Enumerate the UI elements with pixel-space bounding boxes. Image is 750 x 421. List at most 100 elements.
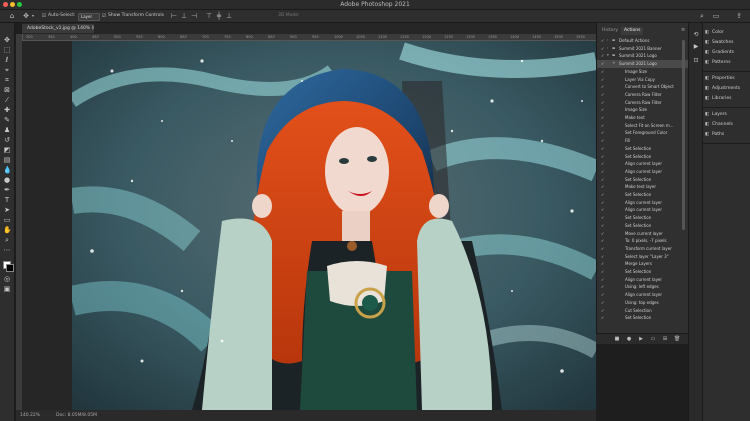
action-row[interactable]: ✓ Camera Raw Filter bbox=[597, 99, 689, 107]
object-select-tool-icon[interactable]: ⌖ bbox=[3, 66, 11, 74]
spot-healing-tool-icon[interactable]: ✚ bbox=[3, 106, 11, 114]
action-toggle-checkbox[interactable]: ✓ bbox=[601, 37, 606, 45]
clone-source-icon[interactable]: ⊡ bbox=[692, 57, 700, 65]
action-row[interactable]: ✓ Camera Raw Filter bbox=[597, 91, 689, 99]
gradient-tool-icon[interactable]: ▤ bbox=[3, 156, 11, 164]
action-toggle-checkbox[interactable]: ✓ bbox=[601, 183, 606, 191]
action-toggle-checkbox[interactable]: ✓ bbox=[601, 176, 606, 184]
action-toggle-checkbox[interactable]: ✓ bbox=[601, 214, 606, 222]
chevron-down-icon[interactable]: ▾ bbox=[29, 12, 37, 20]
document-info[interactable]: Doc: 8.05M/8.05M bbox=[56, 410, 97, 421]
action-toggle-checkbox[interactable]: ✓ bbox=[601, 314, 606, 322]
action-row[interactable]: ✓ Align current layer bbox=[597, 291, 689, 299]
action-row[interactable]: ✓ Using: top edges bbox=[597, 299, 689, 307]
more-tools-icon[interactable]: ⋯ bbox=[3, 246, 11, 254]
rectangle-tool-icon[interactable]: ▭ bbox=[3, 216, 11, 224]
background-color-swatch[interactable] bbox=[6, 264, 14, 272]
action-toggle-checkbox[interactable]: ✓ bbox=[601, 60, 606, 68]
action-row[interactable]: ✓ Transform current layer bbox=[597, 245, 689, 253]
crop-tool-icon[interactable]: ⌗ bbox=[3, 76, 11, 84]
action-row[interactable]: ✓ Layer Via Copy bbox=[597, 76, 689, 84]
delete-icon[interactable]: 🗑 bbox=[674, 336, 680, 342]
action-toggle-checkbox[interactable]: ✓ bbox=[601, 206, 606, 214]
action-row[interactable]: ✓ Move current layer bbox=[597, 230, 689, 238]
action-row[interactable]: ✓ To: 0 pixels, -7 pixels bbox=[597, 237, 689, 245]
action-row[interactable]: ✓ Image Size bbox=[597, 68, 689, 76]
action-row[interactable]: ✓ Set Selection bbox=[597, 268, 689, 276]
quick-mask-icon[interactable]: ◎ bbox=[3, 275, 11, 283]
actions-scrollbar[interactable] bbox=[682, 40, 685, 230]
action-toggle-checkbox[interactable]: ✓ bbox=[601, 114, 606, 122]
action-toggle-checkbox[interactable]: ✓ bbox=[601, 168, 606, 176]
actions-panel-icon[interactable]: ▶ bbox=[692, 43, 700, 51]
type-tool-icon[interactable]: T bbox=[3, 196, 11, 204]
action-toggle-checkbox[interactable]: ✓ bbox=[601, 283, 606, 291]
blur-tool-icon[interactable]: 💧 bbox=[3, 166, 12, 174]
action-toggle-checkbox[interactable]: ✓ bbox=[601, 191, 606, 199]
action-row[interactable]: ✓ Set Selection bbox=[597, 176, 689, 184]
action-toggle-checkbox[interactable]: ✓ bbox=[601, 153, 606, 161]
action-row[interactable]: ✓ Set Selection bbox=[597, 222, 689, 230]
action-toggle-checkbox[interactable]: ✓ bbox=[601, 83, 606, 91]
action-row[interactable]: ✓ Align current layer bbox=[597, 168, 689, 176]
action-row[interactable]: ✓ › ▬ Summit 2021 Banner bbox=[597, 45, 689, 53]
action-row[interactable]: ✓ Image Size bbox=[597, 106, 689, 114]
action-row[interactable]: ✓ Select Fit on Screen m... bbox=[597, 122, 689, 130]
panel-tab-channels[interactable]: ◧ Channels bbox=[705, 121, 750, 129]
record-icon[interactable]: ● bbox=[626, 336, 632, 342]
action-row[interactable]: ✓ ▾ Summit 2021 Logo bbox=[597, 60, 689, 68]
action-toggle-checkbox[interactable]: ✓ bbox=[601, 91, 606, 99]
tab-actions[interactable]: Actions bbox=[621, 27, 644, 35]
action-toggle-checkbox[interactable]: ✓ bbox=[601, 145, 606, 153]
action-row[interactable]: ✓ Select layer "Layer 3" bbox=[597, 253, 689, 261]
auto-select-checkbox[interactable]: ☑ bbox=[40, 12, 48, 20]
new-action-icon[interactable]: ⊞ bbox=[662, 336, 668, 342]
action-toggle-checkbox[interactable]: ✓ bbox=[601, 237, 606, 245]
pen-tool-icon[interactable]: ✒ bbox=[3, 186, 11, 194]
path-select-tool-icon[interactable]: ➤ bbox=[3, 206, 11, 214]
action-toggle-checkbox[interactable]: ✓ bbox=[601, 245, 606, 253]
action-toggle-checkbox[interactable]: ✓ bbox=[601, 68, 606, 76]
action-toggle-checkbox[interactable]: ✓ bbox=[601, 122, 606, 130]
screen-mode-icon[interactable]: ▣ bbox=[3, 285, 11, 293]
hand-tool-icon[interactable]: ✋ bbox=[3, 226, 12, 234]
tab-history[interactable]: History bbox=[599, 27, 621, 35]
action-toggle-checkbox[interactable]: ✓ bbox=[601, 291, 606, 299]
horizontal-ruler[interactable]: 300 350 400 450 500 550 600 650 700 750 800 850 900 9… bbox=[22, 34, 596, 41]
action-row[interactable]: ✓ ▾ ▬ Summit 2021 Logo bbox=[597, 52, 689, 60]
action-row[interactable]: ✓ Set Selection bbox=[597, 314, 689, 322]
action-row[interactable]: ✓ Make text layer bbox=[597, 183, 689, 191]
lasso-tool-icon[interactable]: ℓ bbox=[3, 56, 11, 64]
align-left-icon[interactable]: ⊢ bbox=[170, 12, 178, 20]
action-row[interactable]: ✓ Fill bbox=[597, 137, 689, 145]
action-toggle-checkbox[interactable]: ✓ bbox=[601, 160, 606, 168]
panel-tab-adjustments[interactable]: ◧ Adjustments bbox=[705, 85, 750, 93]
panel-tab-gradients[interactable]: ◧ Gradients bbox=[705, 49, 750, 57]
eraser-tool-icon[interactable]: ◩ bbox=[3, 146, 11, 154]
action-toggle-checkbox[interactable]: ✓ bbox=[601, 307, 606, 315]
dodge-tool-icon[interactable]: ● bbox=[3, 176, 11, 184]
action-toggle-checkbox[interactable]: ✓ bbox=[601, 76, 606, 84]
clone-stamp-tool-icon[interactable]: ♟ bbox=[3, 126, 11, 134]
action-row[interactable]: ✓ Set Selection bbox=[597, 153, 689, 161]
action-toggle-checkbox[interactable]: ✓ bbox=[601, 129, 606, 137]
zoom-level[interactable]: 140.22% bbox=[20, 410, 40, 421]
align-middle-icon[interactable]: ╪ bbox=[215, 12, 223, 20]
action-row[interactable]: ✓ Align current layer bbox=[597, 276, 689, 284]
action-toggle-checkbox[interactable]: ✓ bbox=[601, 276, 606, 284]
document-image[interactable] bbox=[72, 41, 596, 410]
share-icon[interactable]: ⇪ bbox=[735, 12, 743, 20]
search-icon[interactable]: ⌕ bbox=[698, 12, 706, 20]
transform-checkbox[interactable]: ☑ bbox=[100, 12, 108, 20]
action-row[interactable]: ✓ Set Foreground Color bbox=[597, 129, 689, 137]
action-toggle-checkbox[interactable]: ✓ bbox=[601, 137, 606, 145]
stop-icon[interactable]: ■ bbox=[614, 336, 620, 342]
action-toggle-checkbox[interactable]: ✓ bbox=[601, 52, 606, 60]
panel-tab-patterns[interactable]: ◧ Patterns bbox=[705, 59, 750, 67]
panel-tab-libraries[interactable]: ◧ Libraries bbox=[705, 95, 750, 103]
action-row[interactable]: ✓ › ▬ Default Actions bbox=[597, 37, 689, 45]
panel-menu-icon[interactable]: ≡ bbox=[681, 27, 685, 33]
action-row[interactable]: ✓ Align current layer bbox=[597, 199, 689, 207]
move-tool-icon[interactable]: ✥ bbox=[3, 36, 11, 44]
action-row[interactable]: ✓ Set Selection bbox=[597, 191, 689, 199]
